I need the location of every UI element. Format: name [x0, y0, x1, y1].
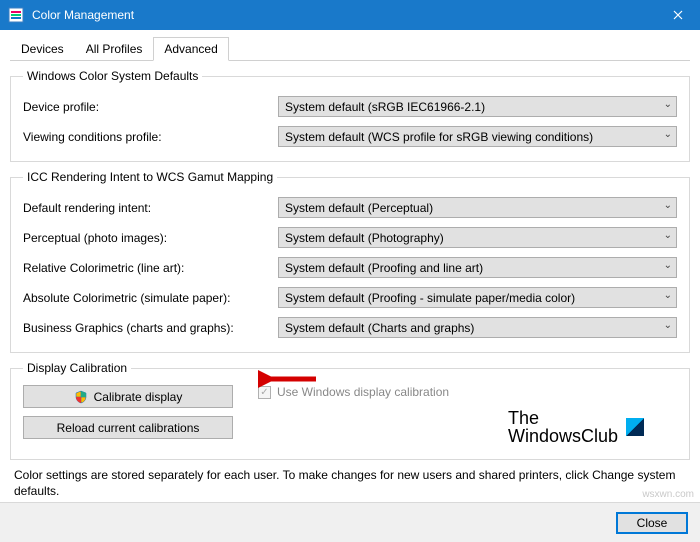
watermark-line2: WindowsClub: [508, 427, 618, 445]
select-value: System default (Photography): [285, 231, 444, 245]
perceptual-label: Perceptual (photo images):: [23, 231, 278, 245]
group-display-calibration: Display Calibration Calibrate display Re…: [10, 361, 690, 460]
group-legend: ICC Rendering Intent to WCS Gamut Mappin…: [23, 170, 277, 184]
select-value: System default (WCS profile for sRGB vie…: [285, 130, 593, 144]
chevron-down-icon: ⌄: [664, 320, 672, 331]
watermark-square-icon: [626, 418, 644, 436]
chevron-down-icon: ⌄: [664, 99, 672, 110]
calibrate-display-button[interactable]: Calibrate display: [23, 385, 233, 408]
select-value: System default (Proofing - simulate pape…: [285, 291, 575, 305]
window-close-button[interactable]: [655, 0, 700, 30]
viewing-conditions-select[interactable]: System default (WCS profile for sRGB vie…: [278, 126, 677, 147]
chevron-down-icon: ⌄: [664, 260, 672, 271]
chevron-down-icon: ⌄: [664, 290, 672, 301]
dialog-content: Devices All Profiles Advanced Windows Co…: [0, 30, 700, 526]
group-legend: Display Calibration: [23, 361, 131, 375]
group-windows-color-defaults: Windows Color System Defaults Device pro…: [10, 69, 690, 162]
select-value: System default (Perceptual): [285, 201, 433, 215]
use-windows-calibration-checkbox: ✓ Use Windows display calibration: [258, 385, 677, 399]
tab-devices[interactable]: Devices: [10, 37, 75, 61]
chevron-down-icon: ⌄: [664, 200, 672, 211]
default-rendering-intent-label: Default rendering intent:: [23, 201, 278, 215]
device-profile-label: Device profile:: [23, 100, 278, 114]
relative-colorimetric-label: Relative Colorimetric (line art):: [23, 261, 278, 275]
business-graphics-label: Business Graphics (charts and graphs):: [23, 321, 278, 335]
chevron-down-icon: ⌄: [664, 230, 672, 241]
footer-note: Color settings are stored separately for…: [14, 468, 690, 499]
window-title: Color Management: [32, 8, 134, 22]
relative-colorimetric-select[interactable]: System default (Proofing and line art) ⌄: [278, 257, 677, 278]
group-icc-rendering: ICC Rendering Intent to WCS Gamut Mappin…: [10, 170, 690, 353]
checkbox-icon: ✓: [258, 386, 271, 399]
device-profile-select[interactable]: System default (sRGB IEC61966-2.1) ⌄: [278, 96, 677, 117]
dialog-footer: Close: [0, 502, 700, 542]
tab-all-profiles[interactable]: All Profiles: [75, 37, 154, 61]
button-label: Calibrate display: [94, 390, 183, 404]
perceptual-select[interactable]: System default (Photography) ⌄: [278, 227, 677, 248]
business-graphics-select[interactable]: System default (Charts and graphs) ⌄: [278, 317, 677, 338]
select-value: System default (sRGB IEC61966-2.1): [285, 100, 485, 114]
app-icon: [8, 7, 24, 23]
select-value: System default (Charts and graphs): [285, 321, 474, 335]
tab-strip: Devices All Profiles Advanced: [10, 36, 690, 61]
button-label: Reload current calibrations: [57, 421, 200, 435]
chevron-down-icon: ⌄: [664, 129, 672, 140]
absolute-colorimetric-label: Absolute Colorimetric (simulate paper):: [23, 291, 278, 305]
viewing-conditions-label: Viewing conditions profile:: [23, 130, 278, 144]
reload-calibrations-button[interactable]: Reload current calibrations: [23, 416, 233, 439]
watermark-line1: The: [508, 409, 618, 427]
title-bar: Color Management: [0, 0, 700, 30]
select-value: System default (Proofing and line art): [285, 261, 483, 275]
absolute-colorimetric-select[interactable]: System default (Proofing - simulate pape…: [278, 287, 677, 308]
tab-advanced[interactable]: Advanced: [153, 37, 228, 61]
shield-icon: [74, 390, 88, 404]
default-rendering-intent-select[interactable]: System default (Perceptual) ⌄: [278, 197, 677, 218]
corner-watermark: wsxwn.com: [642, 489, 694, 500]
watermark-logo: The WindowsClub: [508, 409, 677, 445]
checkbox-label: Use Windows display calibration: [277, 385, 449, 399]
close-button[interactable]: Close: [616, 512, 688, 534]
group-legend: Windows Color System Defaults: [23, 69, 202, 83]
